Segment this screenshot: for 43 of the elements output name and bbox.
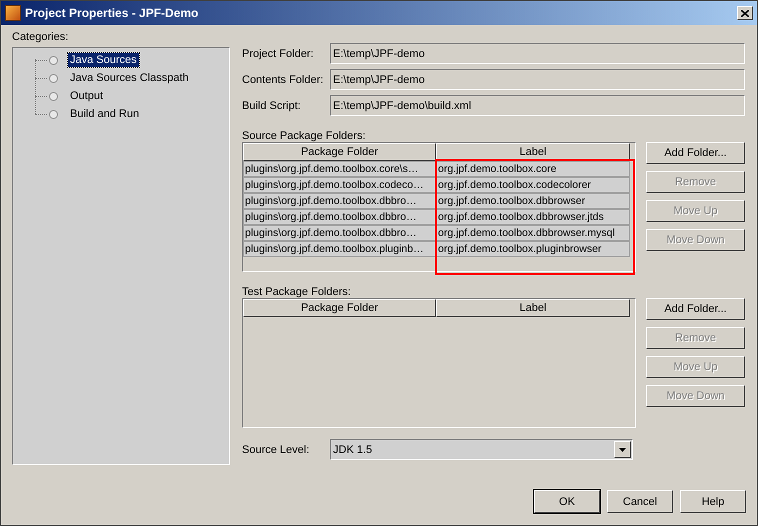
close-icon xyxy=(741,10,749,16)
button[interactable]: Cancel xyxy=(607,490,673,513)
table-cell: plugins\org.jpf.demo.toolbox.dbbro… xyxy=(243,209,436,225)
cube-icon xyxy=(5,5,21,21)
column-header[interactable]: Package Folder xyxy=(243,299,436,317)
field-label: Build Script: xyxy=(242,100,302,112)
field-label: Project Folder: xyxy=(242,48,315,60)
tree-item[interactable]: Java Sources Classpath xyxy=(68,71,191,85)
tree-item[interactable]: Output xyxy=(68,89,106,103)
button[interactable]: Add Folder... xyxy=(646,142,745,164)
field-label: Source Level: xyxy=(242,444,310,456)
text-field[interactable]: E:\temp\JPF-demo xyxy=(330,69,745,90)
node-icon xyxy=(49,92,58,100)
table-cell: plugins\org.jpf.demo.toolbox.dbbro… xyxy=(243,193,436,209)
button[interactable]: Help xyxy=(680,490,746,513)
table-cell: org.jpf.demo.toolbox.pluginbrowser xyxy=(436,241,630,257)
node-icon xyxy=(49,110,58,118)
field-label: Contents Folder: xyxy=(242,74,324,86)
table-cell: org.jpf.demo.toolbox.codecolorer xyxy=(436,177,630,193)
text-field[interactable]: E:\temp\JPF-demo\build.xml xyxy=(330,95,745,116)
node-icon xyxy=(49,74,58,82)
table-cell: plugins\org.jpf.demo.toolbox.dbbro… xyxy=(243,225,436,241)
table-cell: org.jpf.demo.toolbox.dbbrowser.jtds xyxy=(436,209,630,225)
table-cell: org.jpf.demo.toolbox.dbbrowser xyxy=(436,193,630,209)
column-header[interactable]: Label xyxy=(436,299,630,317)
table-cell: org.jpf.demo.toolbox.dbbrowser.mysql xyxy=(436,225,630,241)
table-cell: plugins\org.jpf.demo.toolbox.core\s… xyxy=(243,161,436,177)
table-cell: plugins\org.jpf.demo.toolbox.pluginb… xyxy=(243,241,436,257)
column-header[interactable]: Package Folder xyxy=(243,143,436,161)
button[interactable]: Add Folder... xyxy=(646,298,745,320)
close-button[interactable] xyxy=(737,6,753,20)
table-cell: org.jpf.demo.toolbox.core xyxy=(436,161,630,177)
section-label: Source Package Folders: xyxy=(242,130,367,142)
window-title: Project Properties - JPF-Demo xyxy=(25,6,200,20)
categories-label: Categories: xyxy=(12,31,70,45)
button[interactable]: OK xyxy=(534,490,600,513)
node-icon xyxy=(49,56,58,64)
dropdown[interactable]: JDK 1.5 xyxy=(330,439,633,460)
table-cell: plugins\org.jpf.demo.toolbox.codeco… xyxy=(243,177,436,193)
tree-item[interactable]: Java Sources xyxy=(68,53,139,67)
tree-item[interactable]: Build and Run xyxy=(68,107,142,121)
section-label: Test Package Folders: xyxy=(242,286,352,298)
text-field[interactable]: E:\temp\JPF-demo xyxy=(330,43,745,64)
